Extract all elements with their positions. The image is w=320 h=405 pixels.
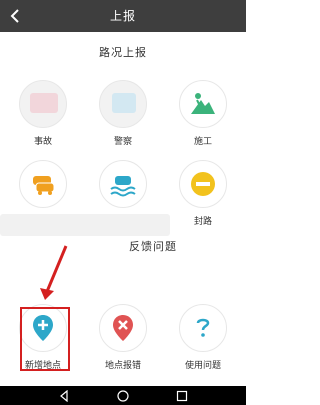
nav-recents-icon[interactable] xyxy=(176,390,188,402)
feedback-usage-question-label: 使用问题 xyxy=(184,361,221,371)
blurred-region xyxy=(0,214,170,236)
nav-home-icon[interactable] xyxy=(117,390,129,402)
flood-car-icon xyxy=(99,160,147,208)
report-accident-label: 事故 xyxy=(33,137,52,147)
system-navigation-bar xyxy=(0,386,246,405)
nav-back-icon[interactable] xyxy=(58,390,70,402)
page-title: 上报 xyxy=(109,9,136,23)
report-road-closed-label: 封路 xyxy=(193,217,212,227)
annotation-arrow-icon xyxy=(40,245,68,300)
feedback-place-error-label: 地点报错 xyxy=(104,361,141,371)
top-bar: 上报 xyxy=(0,0,246,32)
highlight-box xyxy=(20,307,70,371)
road-closed-icon xyxy=(179,160,227,208)
traffic-jam-icon xyxy=(19,160,67,208)
watermark: 头条 @ulaw xyxy=(200,377,240,385)
accident-icon xyxy=(19,80,67,128)
report-police-label: 警察 xyxy=(113,137,132,147)
question-icon xyxy=(179,304,227,352)
construction-icon xyxy=(179,80,227,128)
place-error-icon xyxy=(99,304,147,352)
report-construction-label: 施工 xyxy=(193,137,212,147)
section-title-road-report: 路况上报 xyxy=(99,46,147,59)
police-icon xyxy=(99,80,147,128)
